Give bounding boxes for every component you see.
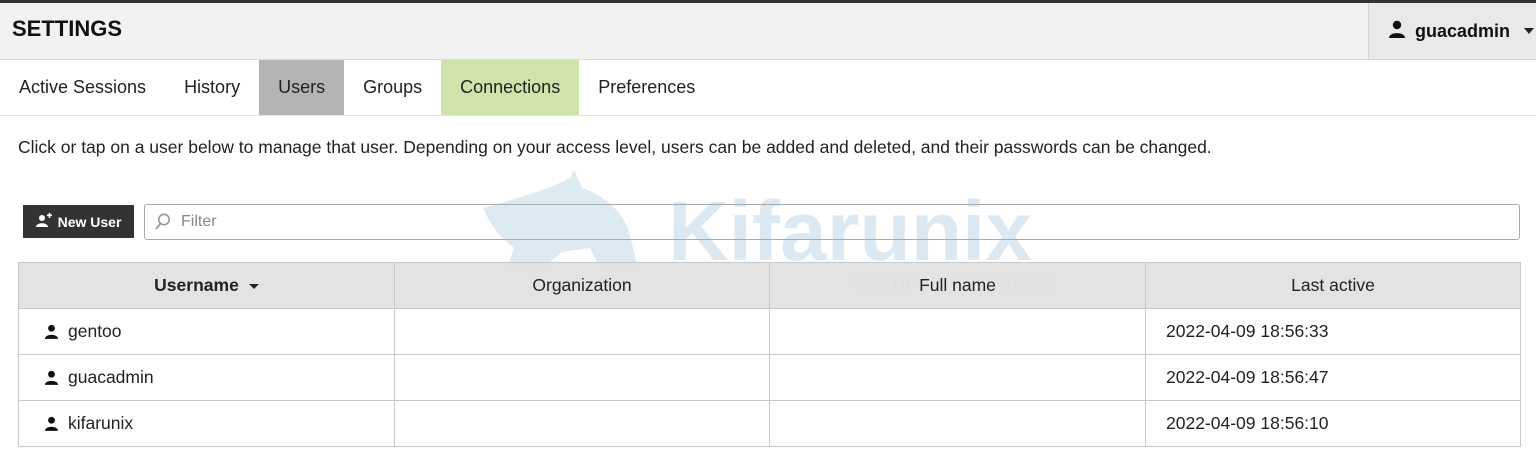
user-menu[interactable]: guacadmin — [1368, 3, 1536, 59]
sort-caret-icon — [248, 283, 259, 289]
page-title: SETTINGS — [12, 16, 123, 41]
user-icon — [45, 370, 58, 385]
new-user-button[interactable]: New User — [23, 205, 134, 238]
last-active-cell: 2022-04-09 18:56:10 — [1145, 400, 1521, 447]
username-cell: gentoo — [18, 308, 395, 355]
tab-groups[interactable]: Groups — [344, 60, 441, 115]
last-active-cell: 2022-04-09 18:56:33 — [1145, 308, 1521, 355]
settings-tabs: Active Sessions History Users Groups Con… — [0, 60, 1536, 116]
last-active-cell: 2022-04-09 18:56:47 — [1145, 354, 1521, 401]
help-text: Click or tap on a user below to manage t… — [18, 137, 1212, 157]
username-text: kifarunix — [68, 413, 134, 433]
username-text: guacadmin — [68, 367, 154, 387]
column-header-last-active[interactable]: Last active — [1145, 262, 1521, 309]
add-user-icon — [35, 213, 58, 230]
tab-history[interactable]: History — [165, 60, 259, 115]
organization-cell — [394, 354, 770, 401]
tab-users[interactable]: Users — [259, 60, 345, 115]
full-name-cell — [769, 354, 1146, 401]
user-icon — [45, 416, 58, 431]
full-name-cell — [769, 308, 1146, 355]
user-icon — [45, 324, 58, 339]
username-cell: guacadmin — [18, 354, 395, 401]
tab-connections[interactable]: Connections — [441, 60, 580, 115]
new-user-label: New User — [57, 213, 122, 230]
column-header-username-label: Username — [154, 275, 239, 295]
users-table: Username Organization Full name Last act… — [18, 262, 1521, 447]
column-header-full-name[interactable]: Full name — [769, 262, 1146, 309]
full-name-cell — [769, 400, 1146, 447]
organization-cell — [394, 308, 770, 355]
column-header-organization[interactable]: Organization — [394, 262, 770, 309]
table-row[interactable]: guacadmin 2022-04-09 18:56:47 — [18, 354, 1521, 401]
table-row[interactable]: gentoo 2022-04-09 18:56:33 — [18, 308, 1521, 355]
username-cell: kifarunix — [18, 400, 395, 447]
organization-cell — [394, 400, 770, 447]
user-menu-username: guacadmin — [1415, 20, 1511, 41]
filter-input[interactable] — [179, 207, 1503, 237]
table-header-row: Username Organization Full name Last act… — [18, 262, 1521, 309]
chevron-down-icon — [1524, 28, 1535, 34]
username-text: gentoo — [68, 321, 122, 341]
filter-box — [144, 204, 1520, 240]
app-header: SETTINGS guacadmin — [0, 3, 1536, 60]
table-row[interactable]: kifarunix 2022-04-09 18:56:10 — [18, 400, 1521, 447]
column-header-username[interactable]: Username — [18, 262, 395, 309]
tab-preferences[interactable]: Preferences — [579, 60, 714, 115]
search-icon — [155, 213, 171, 236]
user-icon — [1389, 20, 1405, 43]
tab-active-sessions[interactable]: Active Sessions — [0, 60, 165, 115]
